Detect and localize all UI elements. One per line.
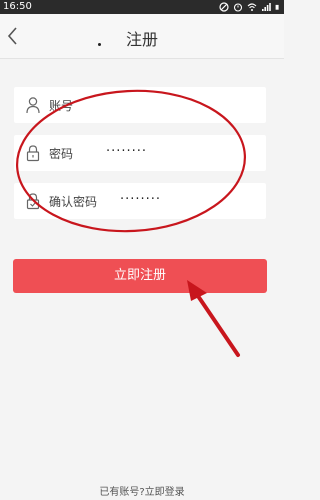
confirm-password-field[interactable]: 确认密码 — [14, 183, 266, 219]
lock-check-icon — [26, 193, 40, 210]
confirm-password-label: 确认密码 — [49, 195, 98, 209]
lock-icon — [26, 145, 40, 162]
password-label: 密码 — [49, 147, 74, 161]
account-label: 账号 — [49, 99, 74, 113]
login-link[interactable]: 已有账号?立即登录 — [0, 483, 284, 498]
signal-icon — [262, 3, 271, 11]
confirm-password-input[interactable] — [120, 192, 240, 207]
wifi-icon — [247, 3, 257, 11]
alarm-icon — [233, 3, 243, 12]
status-bar: 16:50 — [0, 0, 284, 14]
navigation-bar: 注册 — [0, 14, 284, 59]
annotation-arrow-shaft — [196, 294, 240, 357]
status-icons — [219, 2, 281, 12]
register-button[interactable]: 立即注册 — [13, 259, 267, 293]
do-not-disturb-icon — [219, 2, 229, 12]
status-time: 16:50 — [3, 1, 32, 12]
password-input[interactable] — [106, 144, 226, 159]
battery-icon — [275, 4, 279, 10]
password-field[interactable]: 密码 — [14, 135, 266, 171]
page-title: 注册 — [125, 30, 158, 49]
account-field[interactable]: 账号 — [14, 87, 266, 123]
user-icon — [26, 97, 40, 114]
annotation-overlay — [15, 89, 247, 357]
